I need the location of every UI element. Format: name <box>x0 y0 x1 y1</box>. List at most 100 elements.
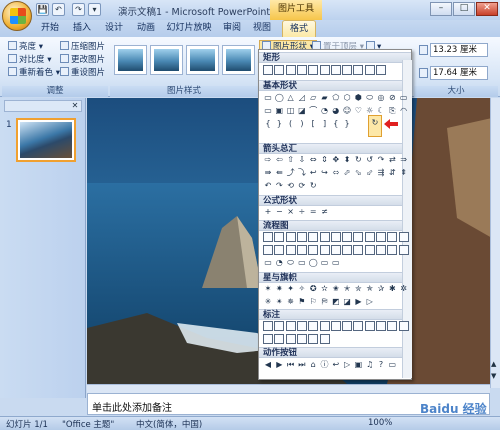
shape-option-icon[interactable]: ⓘ <box>320 360 330 370</box>
shape-option-icon[interactable] <box>330 65 341 75</box>
tab-insert[interactable]: 插入 <box>68 20 96 37</box>
slide-thumbnail[interactable] <box>16 118 76 162</box>
shape-option-icon[interactable] <box>285 321 296 331</box>
shape-option-icon[interactable]: ✪ <box>308 284 318 294</box>
shape-option-icon[interactable]: ⇒ <box>399 155 409 165</box>
tab-home[interactable]: 开始 <box>36 20 64 37</box>
shape-option-icon[interactable]: ▭ <box>263 106 273 116</box>
shape-option-icon[interactable]: ⇔ <box>308 155 318 165</box>
shape-option-icon[interactable]: ☺ <box>342 106 352 116</box>
shape-option-icon[interactable]: ↺ <box>365 155 375 165</box>
shape-option-icon[interactable]: ▭ <box>320 258 330 268</box>
shape-option-icon[interactable]: ⚑ <box>297 297 307 307</box>
shape-option-icon[interactable]: ✳ <box>263 297 273 307</box>
shape-option-icon[interactable]: ⇵ <box>387 168 397 178</box>
shape-option-icon[interactable] <box>353 232 364 242</box>
shape-option-icon[interactable]: ▣ <box>353 360 363 370</box>
shape-option-icon[interactable]: ♡ <box>353 106 363 116</box>
shape-option-icon[interactable] <box>296 321 307 331</box>
shape-option-icon[interactable]: ✫ <box>320 284 330 294</box>
shape-option-icon[interactable] <box>376 65 386 75</box>
customize-quick-access-icon[interactable]: ▾ <box>88 3 101 16</box>
shape-option-icon[interactable]: ⬭ <box>286 258 296 268</box>
shape-option-icon[interactable]: ⇩ <box>297 155 307 165</box>
shape-option-icon[interactable]: ⬭ <box>365 93 375 103</box>
shape-option-icon[interactable]: ⏮ <box>286 360 296 370</box>
shape-option-icon[interactable]: ◪ <box>342 297 352 307</box>
shape-option-icon[interactable]: × <box>286 207 296 217</box>
shape-option-icon[interactable]: ⌒ <box>308 106 318 116</box>
shape-option-icon[interactable]: ⟲ <box>286 181 296 191</box>
shape-option-icon[interactable]: ↻ <box>353 155 363 165</box>
shape-option-icon[interactable]: ⟳ <box>297 181 307 191</box>
shape-option-icon[interactable] <box>342 232 353 242</box>
contrast-button[interactable]: 对比度 ▾ <box>8 54 51 66</box>
shape-option-icon[interactable]: ◠ <box>399 106 409 116</box>
close-panel-icon[interactable]: ✕ <box>70 101 80 111</box>
shape-option-icon[interactable]: ≠ <box>320 207 330 217</box>
shape-option-icon[interactable]: ⬠ <box>331 93 341 103</box>
shape-option-icon[interactable]: ◯ <box>274 93 284 103</box>
shape-option-icon[interactable]: ▱ <box>308 93 318 103</box>
shape-option-icon[interactable] <box>330 232 341 242</box>
picture-style-1[interactable] <box>114 45 147 75</box>
shape-option-icon[interactable]: ⛿ <box>320 297 330 307</box>
shape-option-icon[interactable] <box>342 65 353 75</box>
shape-option-icon[interactable] <box>330 245 341 255</box>
shape-option-icon[interactable]: ▭ <box>399 93 409 103</box>
shape-option-icon[interactable]: ⇶ <box>376 168 386 178</box>
shape-option-icon[interactable] <box>364 232 375 242</box>
shape-option-icon[interactable] <box>387 321 398 331</box>
shape-option-icon[interactable]: ) <box>297 119 307 129</box>
shape-option-icon[interactable]: ↶ <box>263 181 273 191</box>
shape-option-icon[interactable]: { <box>331 119 341 129</box>
shape-option-icon[interactable]: ↩ <box>308 168 318 178</box>
shape-option-icon[interactable]: ⬂ <box>353 168 363 178</box>
shape-option-icon[interactable]: ◔ <box>320 106 330 116</box>
shape-option-icon[interactable]: − <box>274 207 284 217</box>
shape-option-icon[interactable] <box>285 65 296 75</box>
shape-option-icon[interactable] <box>285 245 296 255</box>
shape-option-icon[interactable]: ⬢ <box>353 93 363 103</box>
shape-option-icon[interactable]: } <box>342 119 352 129</box>
shape-option-icon[interactable]: ⇚ <box>274 168 284 178</box>
shape-option-icon[interactable]: ✭ <box>342 284 352 294</box>
shape-option-icon[interactable] <box>296 334 307 344</box>
undo-icon[interactable]: ↶ <box>52 3 65 16</box>
shape-option-icon[interactable]: ✱ <box>387 284 397 294</box>
shape-option-icon[interactable]: ⇞ <box>399 168 409 178</box>
close-button[interactable]: ✕ <box>476 2 498 16</box>
shape-option-icon[interactable] <box>387 232 398 242</box>
shape-option-icon[interactable] <box>285 232 296 242</box>
shape-option-icon[interactable]: ↪ <box>320 168 330 178</box>
shape-option-icon[interactable]: ⤵ <box>297 168 307 178</box>
height-field[interactable]: 13.23 厘米 <box>430 43 488 57</box>
shape-option-icon[interactable] <box>353 245 364 255</box>
shape-option-icon[interactable] <box>364 245 375 255</box>
shape-option-icon[interactable]: ▶ <box>274 360 284 370</box>
shape-option-icon[interactable]: ▣ <box>274 106 284 116</box>
shape-option-icon[interactable]: ▭ <box>263 93 273 103</box>
previous-slide-icon[interactable]: ▲ <box>491 360 499 368</box>
shape-option-icon[interactable]: ⏭ <box>297 360 307 370</box>
tab-design[interactable]: 设计 <box>100 20 128 37</box>
shape-option-icon[interactable]: ⇛ <box>263 168 273 178</box>
brightness-button[interactable]: 亮度 ▾ <box>8 41 43 53</box>
shape-option-icon[interactable] <box>263 334 273 344</box>
tab-slideshow[interactable]: 幻灯片放映 <box>164 20 214 37</box>
shape-option-icon[interactable] <box>319 232 330 242</box>
shape-option-icon[interactable]: ⇨ <box>263 155 273 165</box>
shape-option-icon[interactable] <box>398 321 409 331</box>
shape-option-icon[interactable] <box>308 334 319 344</box>
shape-option-icon[interactable]: ⬀ <box>342 168 352 178</box>
shape-option-icon[interactable]: ✬ <box>331 284 341 294</box>
shape-option-icon[interactable]: ▷ <box>342 360 352 370</box>
shape-option-icon[interactable]: ◕ <box>331 106 341 116</box>
shape-option-icon[interactable] <box>263 321 273 331</box>
office-button[interactable] <box>2 1 32 31</box>
shape-option-icon[interactable]: } <box>274 119 284 129</box>
shape-option-icon[interactable]: ✰ <box>376 284 386 294</box>
shape-option-icon[interactable]: ✯ <box>365 284 375 294</box>
next-slide-icon[interactable]: ▼ <box>491 372 499 380</box>
shape-option-icon[interactable]: ⊘ <box>387 93 397 103</box>
